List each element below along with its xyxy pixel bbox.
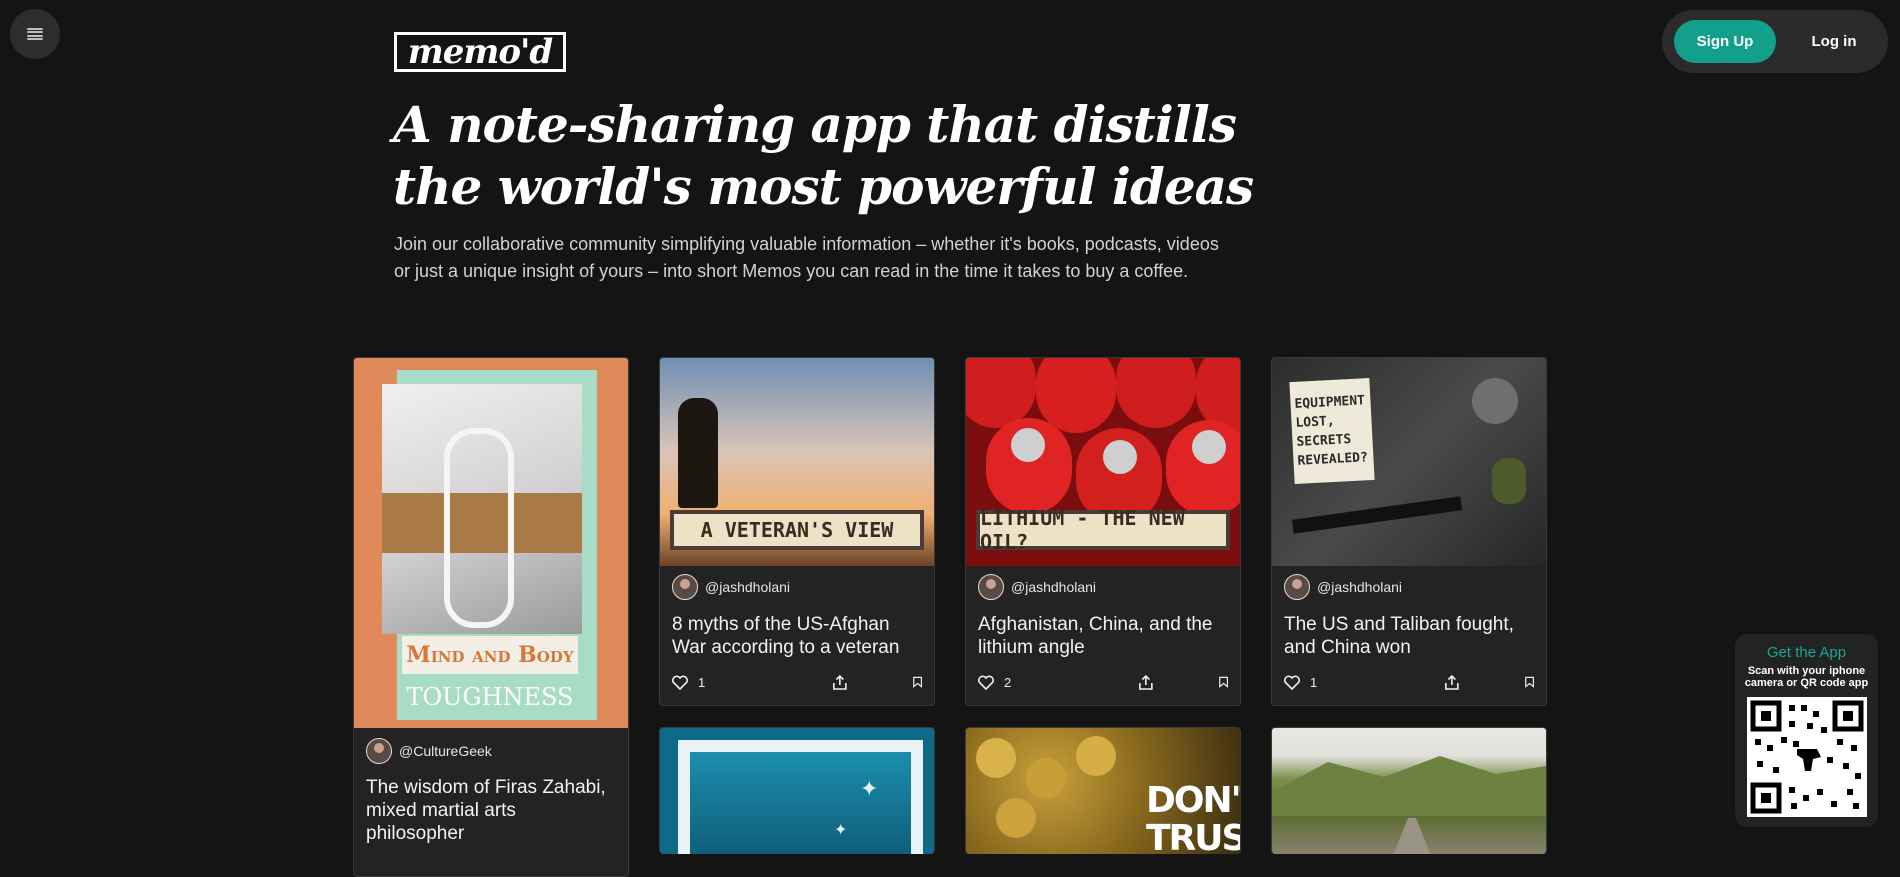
author-handle: @CultureGeek	[399, 743, 492, 759]
hero-subtext: Join our collaborative community simplif…	[394, 234, 1219, 281]
get-app-subtitle: Scan with your iphone camera or QR code …	[1744, 665, 1869, 689]
log-in-button[interactable]: Log in	[1788, 20, 1880, 63]
bookmark-icon[interactable]	[1524, 675, 1534, 689]
sign-up-button[interactable]: Sign Up	[1674, 20, 1776, 63]
author-handle: @jashdholani	[1317, 579, 1403, 595]
heart-icon	[672, 675, 688, 690]
memo-card[interactable]: LITHIUM - THE NEW OIL? @jashdholani Afgh…	[965, 357, 1241, 706]
memo-thumbnail: Mind and Body TOUGHNESS	[354, 358, 628, 728]
memo-title[interactable]: Afghanistan, China, and the lithium angl…	[978, 613, 1228, 659]
memo-card[interactable]: ✦ ✦	[659, 727, 935, 854]
like-button[interactable]: 1	[672, 675, 767, 690]
get-app-panel: Get the App Scan with your iphone camera…	[1735, 634, 1878, 827]
author-handle: @jashdholani	[705, 579, 791, 595]
like-button[interactable]: 2	[978, 675, 1073, 690]
thumbnail-caption: EQUIPMENT LOST, SECRETS REVEALED?	[1289, 377, 1375, 485]
avatar	[978, 574, 1004, 600]
hamburger-menu-button[interactable]	[10, 9, 60, 59]
memo-card[interactable]: A VETERAN'S VIEW @jashdholani 8 myths of…	[659, 357, 935, 706]
thumbnail-caption: Mind and Body	[402, 636, 578, 674]
like-count: 1	[698, 674, 706, 690]
memo-thumbnail	[1272, 728, 1546, 854]
memo-thumbnail: DON'T TRUST	[966, 728, 1240, 854]
qr-code-icon	[1750, 700, 1864, 814]
memo-title[interactable]: 8 myths of the US-Afghan War according t…	[672, 613, 922, 659]
author-link[interactable]: @jashdholani	[978, 574, 1096, 600]
bookmark-icon[interactable]	[1218, 675, 1228, 689]
author-handle: @jashdholani	[1011, 579, 1097, 595]
like-count: 2	[1004, 674, 1012, 690]
hero-headline: A note-sharing app that distills the wor…	[393, 95, 1254, 216]
memo-thumbnail: EQUIPMENT LOST, SECRETS REVEALED?	[1272, 358, 1546, 566]
avatar	[366, 738, 392, 764]
hamburger-icon	[27, 28, 43, 40]
memo-thumbnail: A VETERAN'S VIEW	[660, 358, 934, 566]
memo-thumbnail: ✦ ✦	[660, 728, 934, 854]
logo[interactable]: memo'd	[394, 32, 566, 72]
thumbnail-caption: DON'T TRUST	[1146, 780, 1240, 855]
thumbnail-caption: A VETERAN'S VIEW	[670, 510, 924, 550]
heart-icon	[978, 675, 994, 690]
thumbnail-caption: LITHIUM - THE NEW OIL?	[976, 506, 1230, 554]
memo-thumbnail: LITHIUM - THE NEW OIL?	[966, 358, 1240, 566]
memo-card[interactable]: Mind and Body TOUGHNESS @CultureGeek The…	[353, 357, 629, 877]
like-count: 1	[1310, 674, 1318, 690]
avatar	[1284, 574, 1310, 600]
author-link[interactable]: @jashdholani	[1284, 574, 1402, 600]
heart-icon	[1284, 675, 1300, 690]
memo-card[interactable]: EQUIPMENT LOST, SECRETS REVEALED? @jashd…	[1271, 357, 1547, 706]
share-icon[interactable]	[1379, 674, 1525, 690]
avatar	[672, 574, 698, 600]
auth-buttons: Sign Up Log in	[1662, 10, 1888, 73]
get-app-title[interactable]: Get the App	[1735, 644, 1878, 661]
thumbnail-caption: TOUGHNESS	[402, 678, 578, 716]
memo-title[interactable]: The US and Taliban fought, and China won	[1284, 613, 1534, 659]
like-button[interactable]: 1	[1284, 675, 1379, 690]
qr-code	[1747, 697, 1867, 817]
author-link[interactable]: @CultureGeek	[366, 738, 492, 764]
bookmark-icon[interactable]	[912, 675, 922, 689]
memo-title[interactable]: The wisdom of Firas Zahabi, mixed martia…	[366, 776, 616, 845]
memo-card[interactable]: DON'T TRUST	[965, 727, 1241, 854]
memo-card[interactable]	[1271, 727, 1547, 854]
author-link[interactable]: @jashdholani	[672, 574, 790, 600]
share-icon[interactable]	[767, 674, 913, 690]
share-icon[interactable]	[1073, 674, 1219, 690]
